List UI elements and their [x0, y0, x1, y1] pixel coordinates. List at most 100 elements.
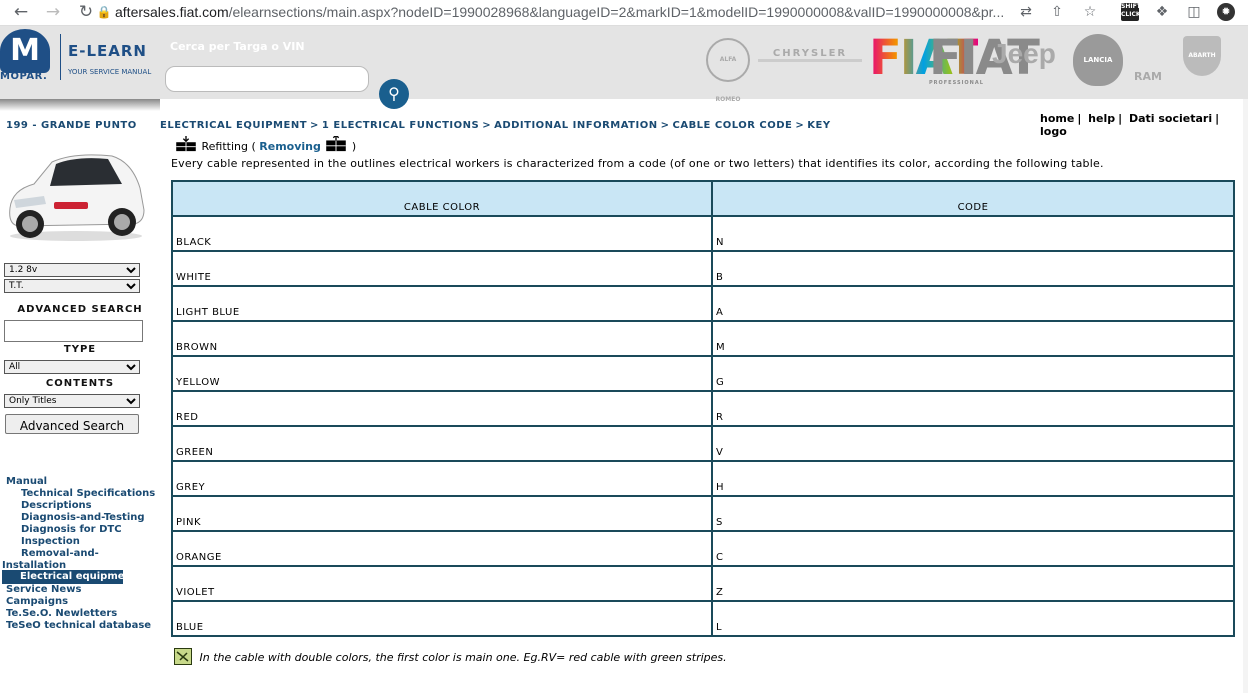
extensions-puzzle-icon[interactable]: ❖: [1153, 3, 1171, 21]
table-row: VIOLET Z: [171, 565, 1235, 602]
menu-teseo-newletters[interactable]: Te.Se.O. Newletters: [6, 608, 117, 620]
code-cell: Z: [711, 565, 1235, 602]
logout-link[interactable]: logo: [1040, 125, 1067, 138]
engine-select[interactable]: 1.2 8v: [4, 263, 140, 277]
shift-click-extension-icon[interactable]: SHIFT CLICK: [1121, 3, 1141, 21]
cable-color-cell: GREEN: [171, 425, 713, 462]
breadcrumb-separator: >: [795, 120, 805, 131]
home-link[interactable]: home: [1040, 112, 1074, 125]
table-header-row: CABLE COLOR CODE: [171, 180, 1235, 217]
menu-inspection[interactable]: Inspection: [21, 536, 80, 548]
jeep-logo[interactable]: Jeep: [992, 38, 1056, 70]
table-row: LIGHT BLUE A: [171, 285, 1235, 322]
cable-color-cell: PINK: [171, 495, 713, 532]
abarth-logo[interactable]: ABARTH: [1183, 36, 1221, 76]
menu-service-news[interactable]: Service News: [6, 584, 81, 596]
contents-label: CONTENTS: [45, 378, 115, 389]
lancia-logo[interactable]: LANCIA: [1073, 34, 1123, 86]
elearn-title: E-LEARN: [68, 42, 147, 60]
menu-diagnosis-and-testing[interactable]: Diagnosis-and-Testing: [21, 512, 145, 524]
page-scrollbar[interactable]: [1243, 99, 1248, 693]
help-link[interactable]: help: [1088, 112, 1115, 125]
intro-text: Every cable represented in the outlines …: [171, 157, 1104, 170]
chrysler-logo[interactable]: CHRYSLER: [758, 48, 862, 62]
cable-color-cell: LIGHT BLUE: [171, 285, 713, 322]
advanced-search-label: ADVANCED SEARCH: [17, 304, 143, 315]
model-title: 199 - GRANDE PUNTO: [6, 120, 137, 131]
advanced-search-input[interactable]: [4, 320, 143, 342]
code-cell: S: [711, 495, 1235, 532]
removing-connector-icon: [326, 136, 347, 152]
column-header-cable-color: CABLE COLOR: [171, 180, 713, 217]
refitting-close-paren: ): [351, 140, 357, 153]
code-cell: M: [711, 320, 1235, 357]
browser-toolbar: ← → ↻ 🔒 aftersales.fiat.com/elearnsectio…: [0, 0, 1248, 26]
mopar-logo-text: MOPAR.: [0, 71, 48, 82]
translate-icon[interactable]: ⇄: [1017, 3, 1035, 21]
alfa-romeo-logo[interactable]: ALFA ROMEO: [706, 38, 750, 103]
menu-diagnosis-for-dtc[interactable]: Diagnosis for DTC: [21, 524, 122, 536]
menu-technical-specifications[interactable]: Technical Specifications: [21, 488, 155, 500]
breadcrumb-additional-information[interactable]: ADDITIONAL INFORMATION: [494, 120, 658, 131]
breadcrumb-separator: >: [310, 120, 319, 131]
breadcrumb-electrical-equipment[interactable]: ELECTRICAL EQUIPMENT: [160, 120, 307, 131]
cable-color-cell: RED: [171, 390, 713, 427]
cable-color-cell: WHITE: [171, 250, 713, 287]
refitting-label: Refitting (: [201, 140, 256, 153]
bookmark-star-icon[interactable]: ☆: [1081, 3, 1099, 21]
cable-color-cell: YELLOW: [171, 355, 713, 392]
mopar-logo-icon[interactable]: M: [0, 29, 50, 73]
code-cell: A: [711, 285, 1235, 322]
code-cell: H: [711, 460, 1235, 497]
cable-color-cell: BLACK: [171, 215, 713, 252]
ram-logo[interactable]: RAM: [1128, 70, 1168, 83]
type-select[interactable]: All: [4, 360, 140, 374]
menu-teseo-technical-database[interactable]: TeSeO technical database: [6, 620, 151, 632]
contents-select[interactable]: Only Titles: [4, 394, 140, 408]
code-cell: G: [711, 355, 1235, 392]
removing-link[interactable]: Removing: [259, 140, 321, 153]
address-bar[interactable]: aftersales.fiat.com/elearnsections/main.…: [115, 2, 1004, 22]
table-row: PINK S: [171, 495, 1235, 532]
car-image: [9, 154, 145, 241]
share-icon[interactable]: ⇧: [1048, 3, 1066, 21]
plate-vin-search-input[interactable]: [165, 66, 369, 92]
top-links: home | help | Dati societari | logo: [1040, 112, 1220, 138]
menu-descriptions[interactable]: Descriptions: [21, 500, 92, 512]
back-icon[interactable]: ←: [10, 2, 32, 22]
table-row: YELLOW G: [171, 355, 1235, 392]
code-cell: N: [711, 215, 1235, 252]
breadcrumb-electrical-functions[interactable]: 1 ELECTRICAL FUNCTIONS: [322, 120, 479, 131]
breadcrumb-key: KEY: [807, 120, 831, 131]
menu-electrical-equipment[interactable]: Electrical equipment: [2, 570, 136, 584]
cable-color-cell: GREY: [171, 460, 713, 497]
advanced-search-button[interactable]: Advanced Search: [5, 414, 139, 434]
sidebar-top-shade: [0, 99, 160, 111]
profile-avatar-icon[interactable]: ✹: [1217, 3, 1235, 21]
search-button[interactable]: ⚲: [379, 79, 409, 109]
header-divider: [60, 34, 61, 80]
note-text: In the cable with double colors, the fir…: [199, 651, 727, 664]
url-host: aftersales.fiat.com: [115, 4, 229, 20]
note-icon: [174, 648, 192, 665]
cable-color-cell: VIOLET: [171, 565, 713, 602]
version-select[interactable]: T.T.: [4, 279, 140, 293]
forward-icon[interactable]: →: [42, 2, 64, 22]
table-row: RED R: [171, 390, 1235, 427]
type-label: TYPE: [63, 344, 97, 355]
lock-icon[interactable]: 🔒: [93, 2, 115, 22]
table-row: BROWN M: [171, 320, 1235, 357]
breadcrumb-separator: >: [482, 120, 492, 131]
breadcrumb: ELECTRICAL EQUIPMENT >1 ELECTRICAL FUNCTI…: [160, 120, 831, 131]
table-row: BLACK N: [171, 215, 1235, 252]
fiat-professional-caption: PROFESSIONAL: [929, 80, 984, 86]
menu-removal-and-installation[interactable]: Removal-and-: [21, 548, 99, 560]
table-row: ORANGE C: [171, 530, 1235, 567]
side-panel-icon[interactable]: ◫: [1185, 3, 1203, 21]
breadcrumb-cable-color-code[interactable]: CABLE COLOR CODE: [672, 120, 792, 131]
code-cell: L: [711, 600, 1235, 637]
menu-campaigns[interactable]: Campaigns: [6, 596, 68, 608]
refitting-connector-icon: [176, 136, 196, 152]
dati-societari-link[interactable]: Dati societari: [1129, 112, 1212, 125]
menu-manual[interactable]: Manual: [6, 476, 47, 488]
